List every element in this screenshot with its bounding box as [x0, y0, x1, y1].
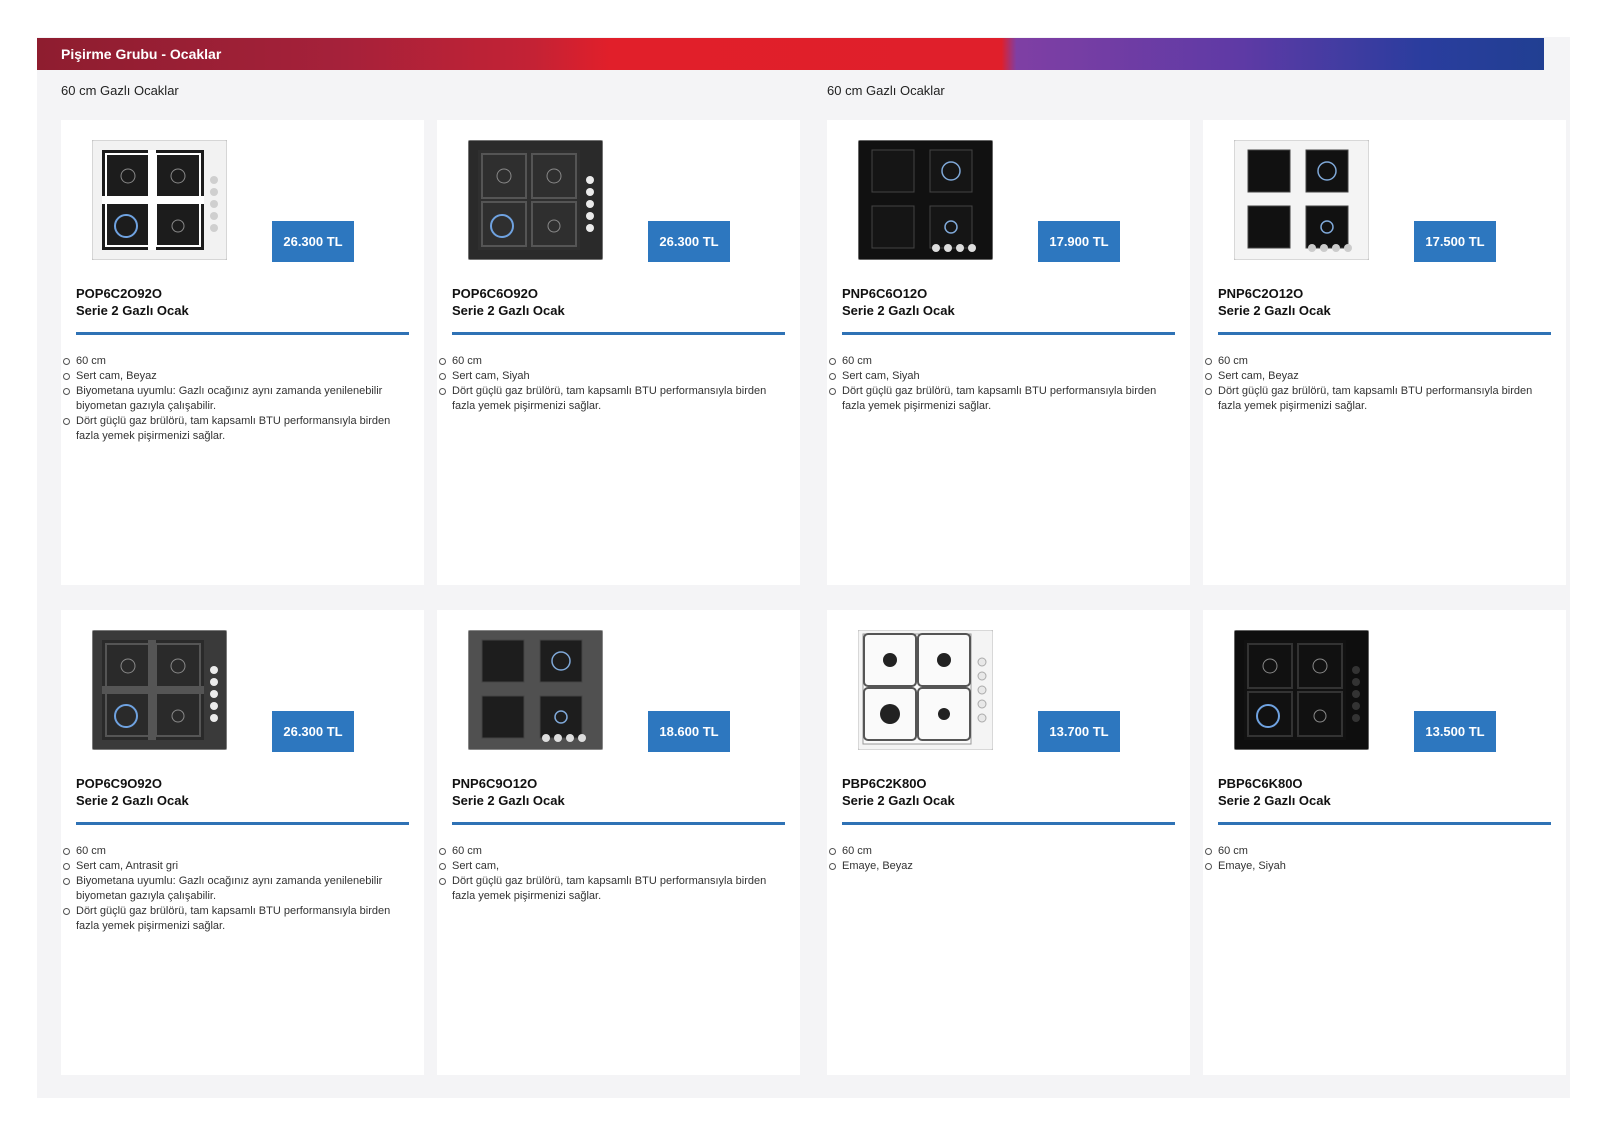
- price-badge: 17.500 TL: [1414, 221, 1496, 262]
- feature-list: 60 cm Sert cam, Antrasit gri Biyometana uy…: [63, 844, 406, 934]
- product-card: 26.300 TL POP6C6O92O Serie 2 Gazlı Ocak 60 …: [437, 120, 800, 585]
- feature-list: 60 cm Emaye, Siyah: [1205, 844, 1548, 874]
- product-series: Serie 2 Gazlı Ocak: [76, 793, 189, 808]
- feature-item: Emaye, Beyaz: [829, 859, 1172, 874]
- divider: [1218, 332, 1551, 335]
- hob-image: [1233, 629, 1370, 751]
- hob-image: [467, 629, 604, 751]
- price-badge: 17.900 TL: [1038, 221, 1120, 262]
- feature-item: 60 cm: [439, 844, 782, 859]
- hob-image: [467, 139, 604, 261]
- price-badge: 13.700 TL: [1038, 711, 1120, 752]
- banner-title: Pişirme Grubu - Ocaklar: [61, 46, 222, 62]
- feature-item: Emaye, Siyah: [1205, 859, 1548, 874]
- feature-list: 60 cm Sert cam, Dört güçlü gaz brülörü, ta…: [439, 844, 782, 904]
- section-title-right: 60 cm Gazlı Ocaklar: [827, 83, 945, 98]
- feature-item: Dört güçlü gaz brülörü, tam kapsamlı BTU…: [63, 414, 406, 444]
- feature-item: 60 cm: [439, 354, 782, 369]
- product-series: Serie 2 Gazlı Ocak: [842, 303, 955, 318]
- feature-item: Dört güçlü gaz brülörü, tam kapsamlı BTU…: [63, 904, 406, 934]
- price-badge: 18.600 TL: [648, 711, 730, 752]
- model-code: POP6C9O92O: [76, 776, 162, 791]
- product-series: Serie 2 Gazlı Ocak: [1218, 303, 1331, 318]
- model-code: PNP6C2O12O: [1218, 286, 1304, 301]
- feature-list: 60 cm Emaye, Beyaz: [829, 844, 1172, 874]
- feature-item: Sert cam, Beyaz: [63, 369, 406, 384]
- product-series: Serie 2 Gazlı Ocak: [452, 793, 565, 808]
- price-badge: 26.300 TL: [272, 711, 354, 752]
- feature-item: 60 cm: [829, 844, 1172, 859]
- model-code: POP6C2O92O: [76, 286, 162, 301]
- model-code: PBP6C2K80O: [842, 776, 927, 791]
- feature-list: 60 cm Sert cam, Beyaz Biyometana uyumlu: G…: [63, 354, 406, 444]
- feature-item: Sert cam, Antrasit gri: [63, 859, 406, 874]
- divider: [842, 822, 1175, 825]
- feature-item: Dört güçlü gaz brülörü, tam kapsamlı BTU…: [829, 384, 1172, 414]
- model-code: POP6C6O92O: [452, 286, 538, 301]
- price-badge: 13.500 TL: [1414, 711, 1496, 752]
- divider: [452, 822, 785, 825]
- product-series: Serie 2 Gazlı Ocak: [452, 303, 565, 318]
- feature-item: Sert cam, Beyaz: [1205, 369, 1548, 384]
- feature-item: 60 cm: [1205, 844, 1548, 859]
- hob-image: [91, 139, 228, 261]
- divider: [76, 822, 409, 825]
- feature-item: Dört güçlü gaz brülörü, tam kapsamlı BTU…: [1205, 384, 1548, 414]
- feature-item: Dört güçlü gaz brülörü, tam kapsamlı BTU…: [439, 384, 782, 414]
- divider: [452, 332, 785, 335]
- price-badge: 26.300 TL: [648, 221, 730, 262]
- feature-item: 60 cm: [63, 354, 406, 369]
- product-card: 17.500 TL PNP6C2O12O Serie 2 Gazlı Ocak 60 …: [1203, 120, 1566, 585]
- feature-list: 60 cm Sert cam, Beyaz Dört güçlü gaz brülö…: [1205, 354, 1548, 414]
- product-card: 13.500 TL PBP6C6K80O Serie 2 Gazlı Ocak 60 …: [1203, 610, 1566, 1075]
- model-code: PNP6C9O12O: [452, 776, 538, 791]
- feature-item: Biyometana uyumlu: Gazlı ocağınız aynı z…: [63, 384, 406, 414]
- feature-item: Sert cam, Siyah: [829, 369, 1172, 384]
- feature-item: 60 cm: [63, 844, 406, 859]
- feature-list: 60 cm Sert cam, Siyah Dört güçlü gaz brülö…: [829, 354, 1172, 414]
- hob-image: [1233, 139, 1370, 261]
- feature-item: Sert cam, Siyah: [439, 369, 782, 384]
- hob-image: [857, 139, 994, 261]
- product-card: 13.700 TL PBP6C2K80O Serie 2 Gazlı Ocak 60 …: [827, 610, 1190, 1075]
- divider: [1218, 822, 1551, 825]
- section-title-left: 60 cm Gazlı Ocaklar: [61, 83, 179, 98]
- feature-item: Sert cam,: [439, 859, 782, 874]
- product-card: 17.900 TL PNP6C6O12O Serie 2 Gazlı Ocak 60 …: [827, 120, 1190, 585]
- model-code: PBP6C6K80O: [1218, 776, 1303, 791]
- divider: [842, 332, 1175, 335]
- product-series: Serie 2 Gazlı Ocak: [76, 303, 189, 318]
- price-badge: 26.300 TL: [272, 221, 354, 262]
- feature-item: Dört güçlü gaz brülörü, tam kapsamlı BTU…: [439, 874, 782, 904]
- feature-list: 60 cm Sert cam, Siyah Dört güçlü gaz brülö…: [439, 354, 782, 414]
- feature-item: Biyometana uyumlu: Gazlı ocağınız aynı z…: [63, 874, 406, 904]
- feature-item: 60 cm: [829, 354, 1172, 369]
- product-card: 26.300 TL POP6C2O92O Serie 2 Gazlı Ocak 60 …: [61, 120, 424, 585]
- hob-image: [857, 629, 994, 751]
- product-series: Serie 2 Gazlı Ocak: [1218, 793, 1331, 808]
- divider: [76, 332, 409, 335]
- product-series: Serie 2 Gazlı Ocak: [842, 793, 955, 808]
- hob-image: [91, 629, 228, 751]
- category-banner: Pişirme Grubu - Ocaklar: [37, 38, 1544, 70]
- product-card: 26.300 TL POP6C9O92O Serie 2 Gazlı Ocak 60 …: [61, 610, 424, 1075]
- product-card: 18.600 TL PNP6C9O12O Serie 2 Gazlı Ocak 60 …: [437, 610, 800, 1075]
- feature-item: 60 cm: [1205, 354, 1548, 369]
- model-code: PNP6C6O12O: [842, 286, 928, 301]
